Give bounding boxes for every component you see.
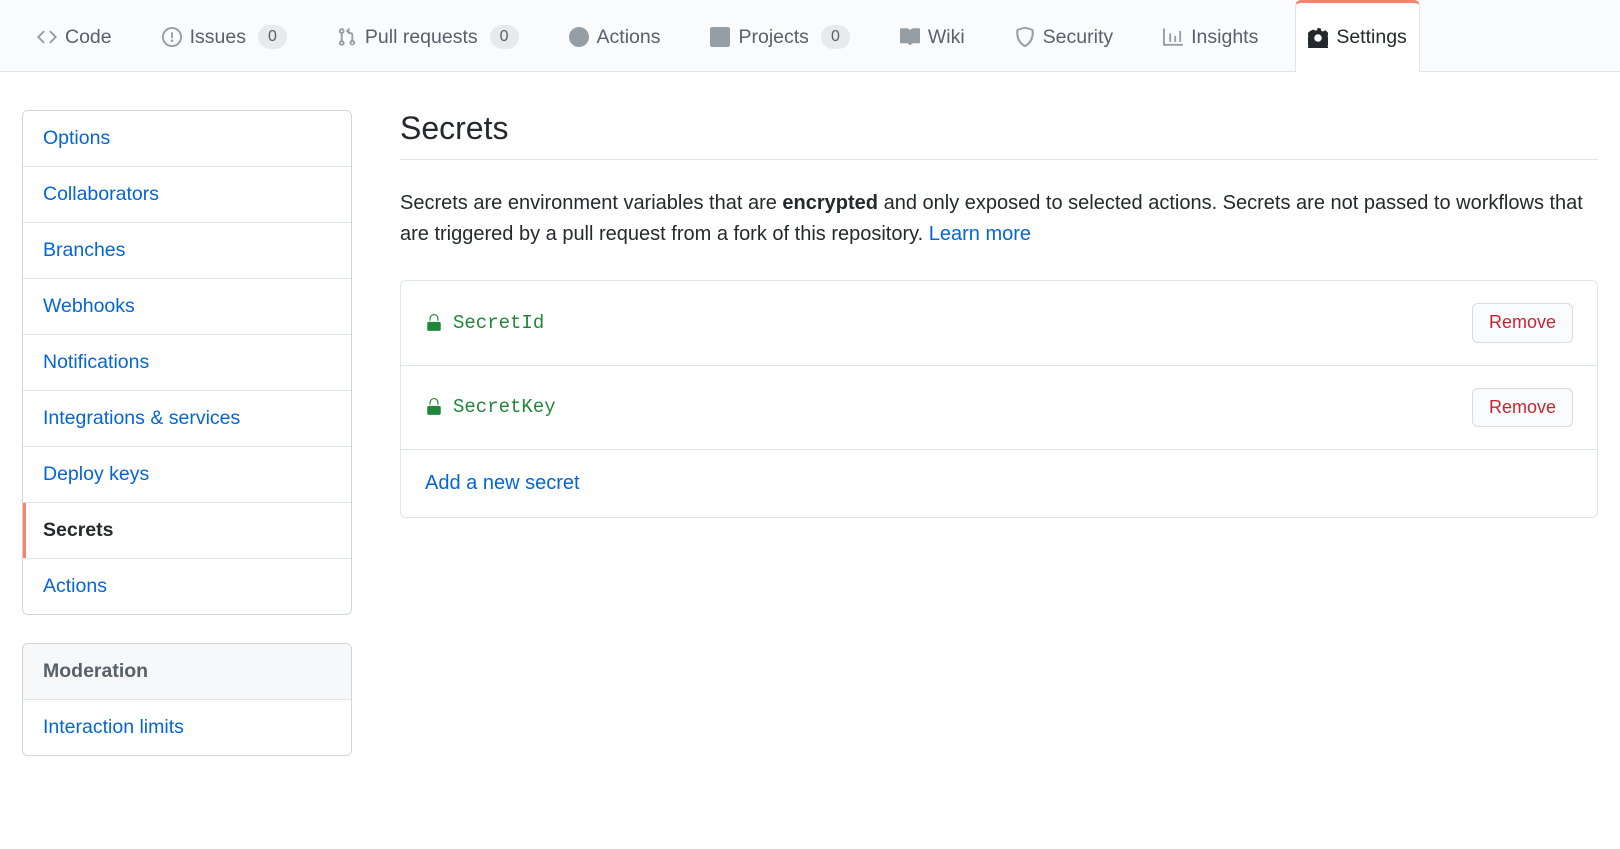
settings-sidebar: Options Collaborators Branches Webhooks … — [22, 110, 352, 756]
sidebar-item-options[interactable]: Options — [23, 111, 351, 167]
issues-count: 0 — [258, 25, 287, 48]
project-icon — [710, 27, 730, 47]
secret-row: SecretId Remove — [401, 281, 1597, 366]
remove-secret-button[interactable]: Remove — [1472, 388, 1573, 428]
gear-icon — [1308, 28, 1328, 48]
learn-more-link[interactable]: Learn more — [929, 223, 1031, 245]
sidebar-item-webhooks[interactable]: Webhooks — [23, 279, 351, 335]
tab-projects-label: Projects — [738, 26, 808, 49]
add-secret-row: Add a new secret — [401, 450, 1597, 517]
sidebar-item-deploy-keys[interactable]: Deploy keys — [23, 447, 351, 503]
tab-wiki-label: Wiki — [928, 26, 965, 49]
tab-issues[interactable]: Issues 0 — [149, 0, 300, 71]
tab-projects[interactable]: Projects 0 — [697, 0, 862, 71]
sidebar-item-collaborators[interactable]: Collaborators — [23, 167, 351, 223]
tab-security-label: Security — [1043, 26, 1113, 49]
tab-pull-requests[interactable]: Pull requests 0 — [324, 0, 532, 71]
tab-code-label: Code — [65, 26, 112, 49]
tab-code[interactable]: Code — [24, 0, 125, 71]
tab-actions[interactable]: Actions — [556, 0, 674, 71]
tab-issues-label: Issues — [190, 26, 246, 49]
tab-security[interactable]: Security — [1002, 0, 1126, 71]
sidebar-item-secrets[interactable]: Secrets — [23, 503, 351, 559]
projects-count: 0 — [821, 25, 850, 48]
secret-name: SecretKey — [425, 396, 556, 418]
moderation-menu: Moderation Interaction limits — [22, 643, 352, 756]
tab-settings[interactable]: Settings — [1295, 0, 1419, 72]
lock-icon — [425, 314, 443, 332]
main-content: Secrets Secrets are environment variable… — [400, 110, 1598, 756]
book-icon — [900, 27, 920, 47]
pulls-count: 0 — [490, 25, 519, 48]
sidebar-item-branches[interactable]: Branches — [23, 223, 351, 279]
settings-menu: Options Collaborators Branches Webhooks … — [22, 110, 352, 615]
sidebar-item-interaction-limits[interactable]: Interaction limits — [23, 700, 351, 755]
sidebar-item-notifications[interactable]: Notifications — [23, 335, 351, 391]
tab-settings-label: Settings — [1336, 26, 1406, 49]
sidebar-item-actions[interactable]: Actions — [23, 559, 351, 614]
add-secret-link[interactable]: Add a new secret — [425, 472, 580, 494]
secret-row: SecretKey Remove — [401, 366, 1597, 451]
secret-name: SecretId — [425, 312, 544, 334]
secrets-list: SecretId Remove SecretKey Remove Add a n… — [400, 280, 1598, 518]
issue-opened-icon — [162, 27, 182, 47]
tab-insights-label: Insights — [1191, 26, 1258, 49]
tab-actions-label: Actions — [597, 26, 661, 49]
tab-wiki[interactable]: Wiki — [887, 0, 978, 71]
moderation-heading: Moderation — [23, 644, 351, 700]
sidebar-item-integrations[interactable]: Integrations & services — [23, 391, 351, 447]
shield-icon — [1015, 27, 1035, 47]
code-icon — [37, 27, 57, 47]
secrets-description: Secrets are environment variables that a… — [400, 188, 1598, 250]
remove-secret-button[interactable]: Remove — [1472, 303, 1573, 343]
graph-icon — [1163, 27, 1183, 47]
tab-pulls-label: Pull requests — [365, 26, 478, 49]
page-title: Secrets — [400, 110, 1598, 160]
tab-insights[interactable]: Insights — [1150, 0, 1271, 71]
play-icon — [569, 27, 589, 47]
lock-icon — [425, 398, 443, 416]
git-pull-request-icon — [337, 27, 357, 47]
repo-tabs: Code Issues 0 Pull requests 0 Actions Pr… — [0, 0, 1620, 72]
